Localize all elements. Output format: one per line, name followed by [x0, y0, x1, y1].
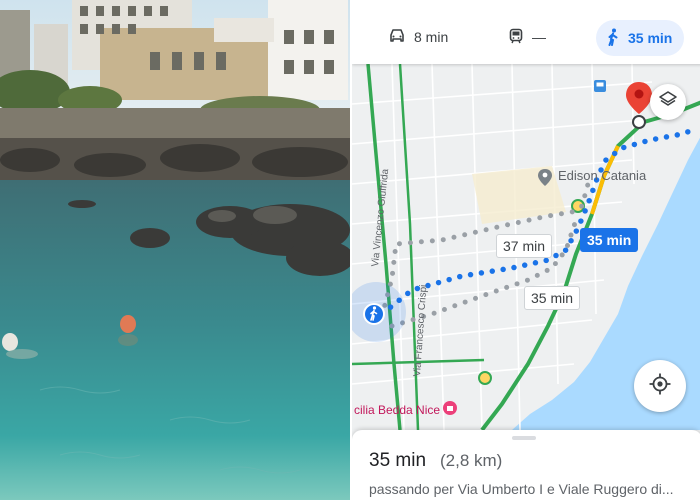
- seaside-photo: [0, 0, 350, 500]
- poi-label-destination[interactable]: Edison Catania: [558, 168, 646, 184]
- my-location-button[interactable]: [634, 360, 686, 412]
- sheet-drag-handle[interactable]: [512, 436, 536, 440]
- car-icon: [388, 28, 406, 47]
- maps-screen: 8 min — 35 min Edison Catania cilia Bedd…: [350, 0, 700, 500]
- mode-driving[interactable]: 8 min: [388, 20, 448, 54]
- walking-icon: [606, 28, 620, 49]
- travel-mode-bar: 8 min — 35 min: [352, 0, 700, 64]
- mode-walking[interactable]: 35 min: [596, 20, 684, 56]
- crosshair-icon: [648, 372, 672, 401]
- route-details-sheet[interactable]: 35 min (2,8 km) passando per Via Umberto…: [352, 430, 700, 500]
- poi-label-bottom[interactable]: cilia Bedda Nice: [354, 402, 440, 418]
- route-distance: (2,8 km): [440, 451, 503, 470]
- train-icon: [508, 28, 524, 47]
- mode-transit-time: —: [532, 29, 546, 45]
- mode-driving-time: 8 min: [414, 29, 449, 45]
- route-chip-alternative-1[interactable]: 37 min: [496, 234, 553, 258]
- poi-bus-icon: [594, 80, 606, 92]
- route-duration: 35 min: [369, 450, 427, 471]
- mode-walking-time: 35 min: [628, 30, 673, 46]
- route-via-description: passando per Via Umberto I e Viale Rugge…: [369, 481, 674, 497]
- layers-icon: [658, 90, 678, 115]
- layers-button[interactable]: [650, 84, 686, 120]
- route-chip-alternative-2[interactable]: 35 min: [524, 286, 581, 310]
- poi-shop-icon: [443, 401, 457, 415]
- route-chip-selected[interactable]: 35 min: [580, 228, 639, 252]
- mode-transit[interactable]: —: [508, 20, 546, 54]
- roundabout-south: [478, 371, 492, 385]
